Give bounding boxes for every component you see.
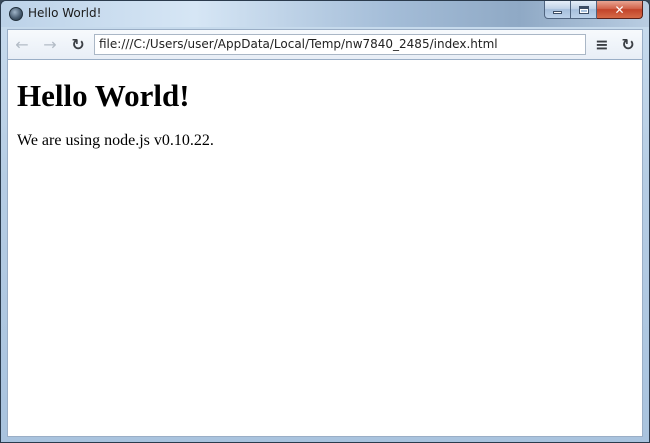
minimize-icon [553, 11, 562, 14]
back-arrow-icon[interactable]: ← [12, 34, 32, 54]
maximize-icon [578, 5, 589, 14]
forward-arrow-icon[interactable]: → [40, 34, 60, 54]
reload-right-icon[interactable]: ↻ [618, 34, 638, 54]
close-button[interactable]: ✕ [597, 1, 643, 19]
page-content: Hello World! We are using node.js v0.10.… [7, 59, 643, 437]
window-controls: ✕ [544, 1, 643, 19]
menu-icon[interactable]: ≡ [592, 34, 612, 54]
page-paragraph: We are using node.js v0.10.22. [17, 132, 214, 149]
minimize-button[interactable] [544, 1, 571, 19]
browser-toolbar: ← → ↻ file:///C:/Users/user/AppData/Loca… [7, 29, 643, 59]
window-title: Hello World! [28, 6, 102, 20]
maximize-button[interactable] [571, 1, 597, 19]
close-icon: ✕ [614, 2, 625, 17]
page-heading: Hello World! [17, 78, 190, 113]
reload-icon[interactable]: ↻ [68, 34, 88, 54]
browser-window: Hello World! ✕ ← → ↻ file:///C:/Users/us… [0, 0, 650, 443]
title-bar[interactable]: Hello World! ✕ [1, 1, 649, 27]
address-bar[interactable]: file:///C:/Users/user/AppData/Local/Temp… [94, 34, 586, 55]
app-globe-icon [9, 7, 23, 21]
